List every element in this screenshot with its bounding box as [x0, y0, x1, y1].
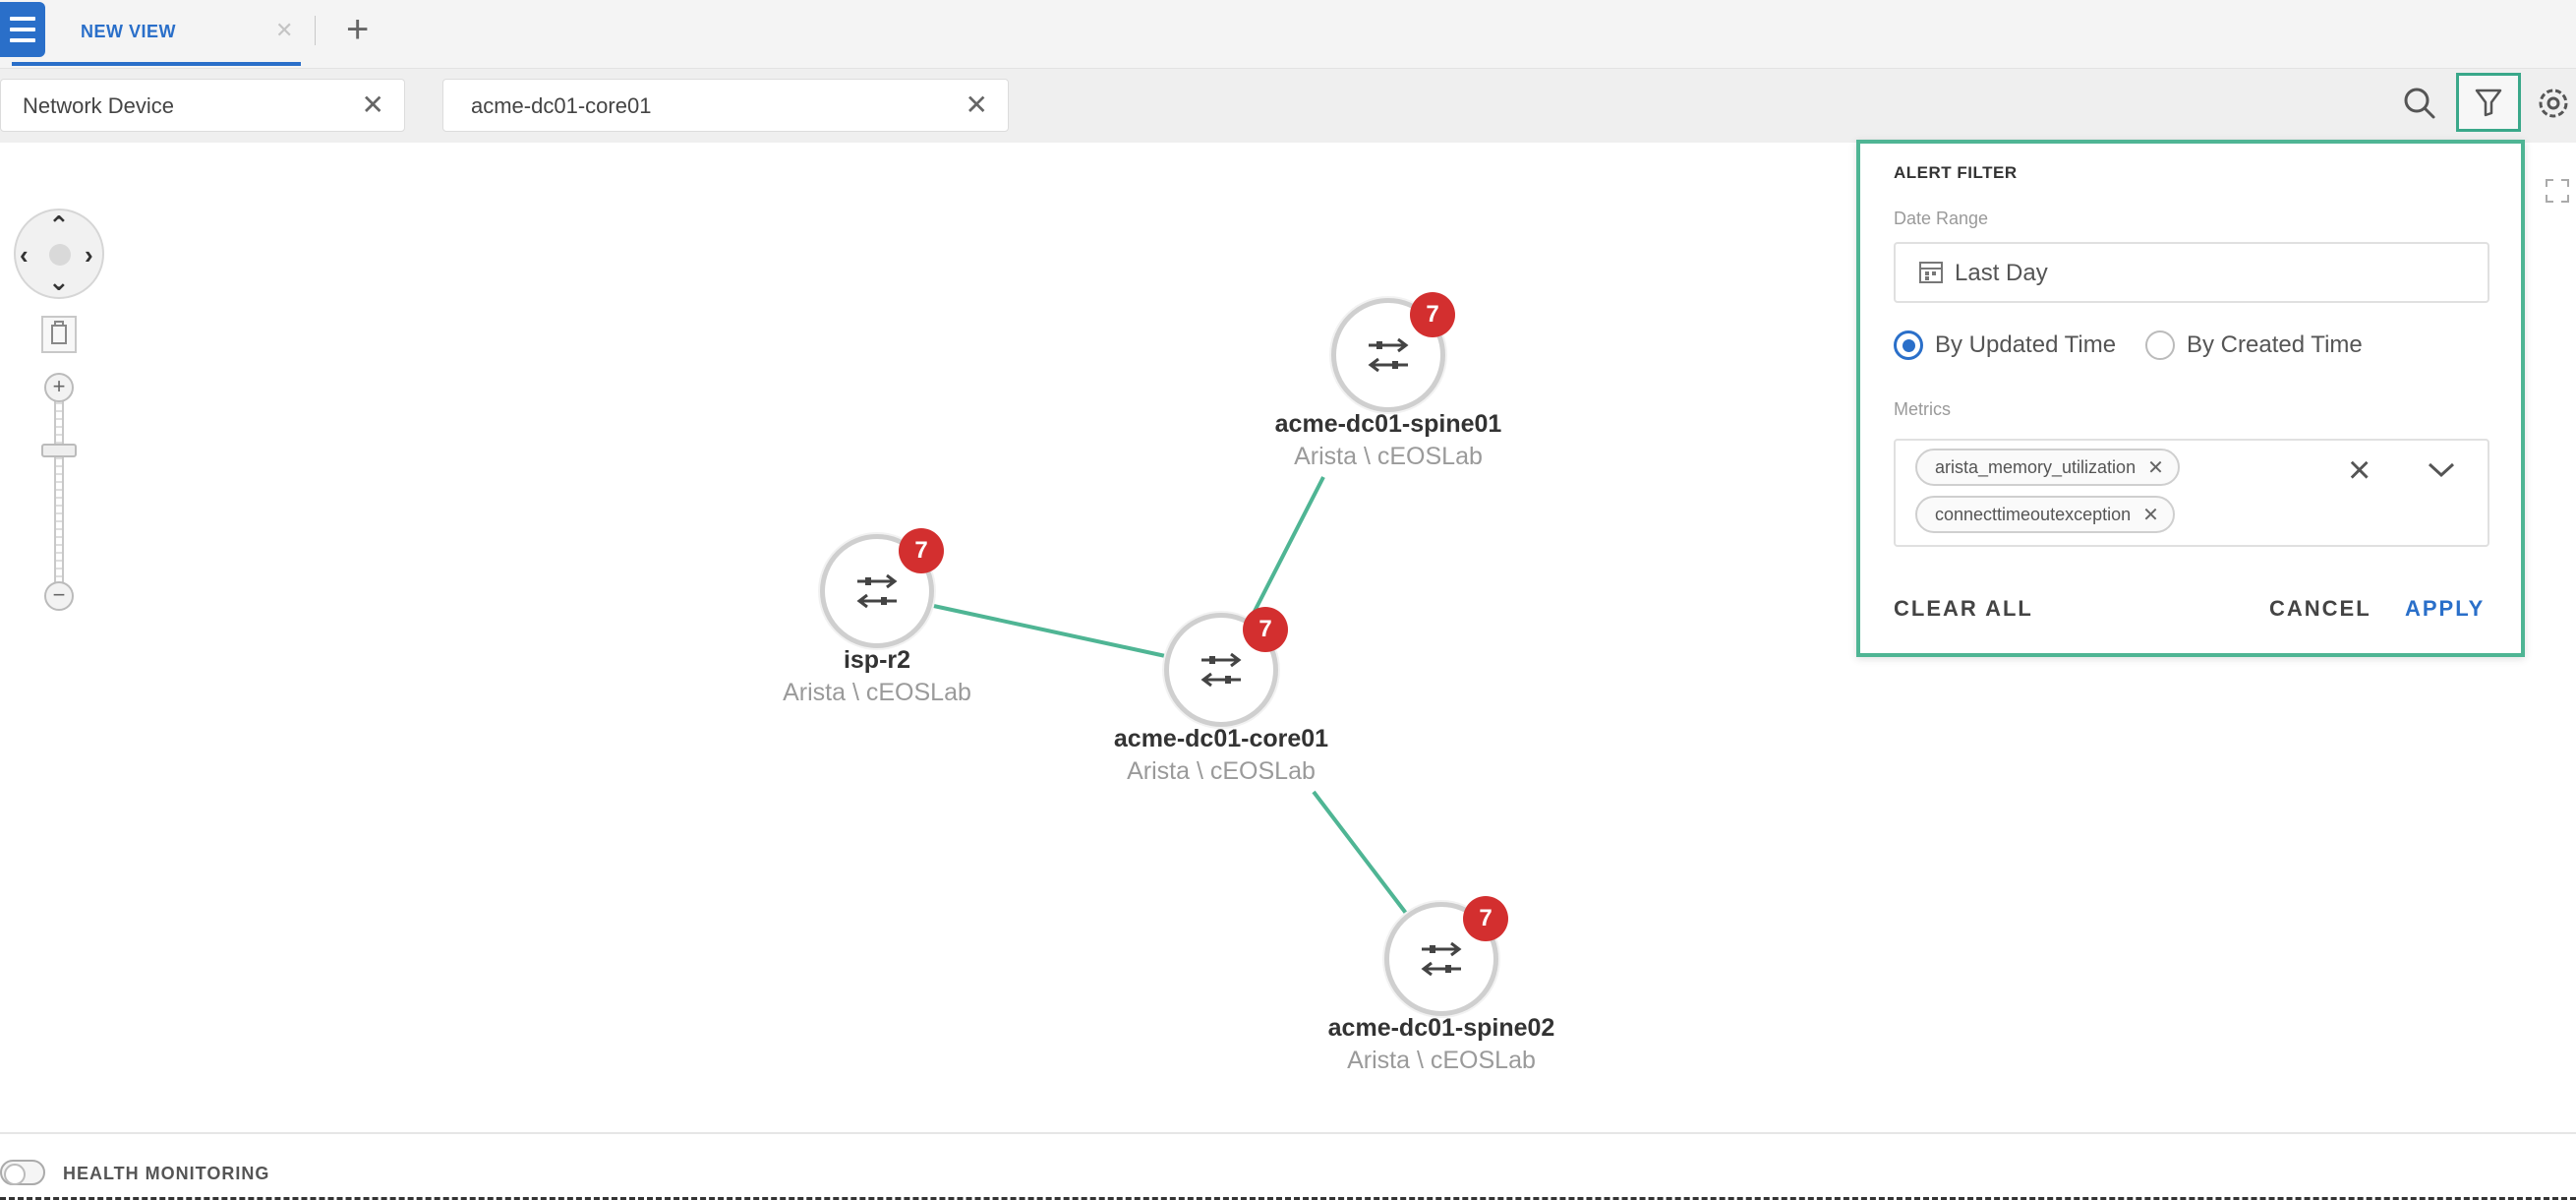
alert-count-badge: 7 [899, 528, 944, 573]
search-icon[interactable] [2399, 83, 2440, 124]
close-icon[interactable]: ✕ [362, 90, 384, 121]
radio-updated-time[interactable]: By Updated Time [1894, 330, 2116, 360]
pan-right-icon[interactable]: › [85, 242, 93, 268]
node-name: acme-dc01-spine01 [1274, 410, 1502, 438]
metric-chip-label: connecttimeoutexception [1935, 504, 2132, 524]
clear-metrics-icon[interactable]: × [2348, 450, 2371, 490]
edge-core-spine02 [1312, 790, 1410, 918]
date-range-value: Last Day [1955, 260, 2048, 286]
apply-button[interactable]: APPLY [2405, 596, 2485, 622]
edge-core-spine01 [1245, 476, 1325, 628]
menu-icon[interactable] [0, 2, 45, 57]
tab-close-icon[interactable]: ✕ [275, 18, 293, 43]
node-vendor: Arista \ cEOSLab [1347, 1047, 1536, 1074]
node-core01[interactable]: 7 [1164, 607, 1288, 727]
zoom-out-button[interactable]: − [44, 581, 74, 611]
pan-center[interactable] [49, 244, 71, 266]
device-name-filter-text: acme-dc01-core01 [471, 93, 652, 118]
node-spine01[interactable]: 7 [1331, 292, 1455, 412]
plus-icon[interactable]: + [346, 8, 369, 51]
device-name-filter[interactable]: acme-dc01-core01 ✕ [442, 79, 1009, 132]
close-icon[interactable]: ✕ [2147, 455, 2164, 480]
alert-count-badge: 7 [1410, 292, 1455, 337]
tab-new-view[interactable]: NEW VIEW ✕ [61, 0, 303, 69]
zoom-slider-track[interactable] [54, 381, 64, 603]
alert-filter-panel: ALERT FILTER Date Range Last Day By Upda… [1856, 140, 2525, 657]
close-icon[interactable]: ✕ [966, 90, 988, 121]
fit-view-button[interactable] [41, 316, 77, 353]
settings-icon[interactable] [2533, 83, 2574, 124]
node-isp-r2[interactable]: 7 [820, 528, 944, 648]
node-vendor: Arista \ cEOSLab [1294, 443, 1483, 470]
zoom-slider-handle[interactable] [41, 444, 77, 457]
radio-created-label: By Created Time [2187, 331, 2363, 358]
alert-count-badge: 7 [1463, 896, 1508, 941]
node-spine02[interactable]: 7 [1384, 896, 1508, 1016]
metrics-select[interactable]: arista_memory_utilization ✕ connecttimeo… [1894, 439, 2489, 547]
device-type-filter[interactable]: Network Device ✕ [0, 79, 405, 132]
bottom-bar: HEALTH MONITORING [0, 1132, 2576, 1200]
pan-up-icon[interactable]: ⌃ [48, 212, 70, 238]
health-monitoring-label: HEALTH MONITORING [63, 1164, 270, 1183]
pan-control[interactable]: ⌃ ⌃ ‹ › [14, 209, 104, 299]
expand-icon[interactable] [2545, 178, 2570, 204]
active-tab-indicator [12, 62, 301, 66]
calendar-icon [1917, 258, 1947, 287]
tab-label: NEW VIEW [81, 22, 176, 41]
clear-all-button[interactable]: CLEAR ALL [1894, 596, 2033, 622]
metric-chip: connecttimeoutexception ✕ [1915, 496, 2175, 533]
metric-chip-label: arista_memory_utilization [1935, 456, 2137, 477]
pan-left-icon[interactable]: ‹ [20, 242, 29, 268]
zoom-in-button[interactable]: + [44, 373, 74, 402]
node-vendor: Arista \ cEOSLab [1127, 757, 1316, 785]
chevron-down-icon[interactable] [2427, 458, 2456, 482]
node-name: acme-dc01-spine02 [1327, 1014, 1555, 1042]
close-icon[interactable]: ✕ [2142, 503, 2159, 527]
device-type-filter-text: Network Device [23, 93, 175, 118]
tab-bar: NEW VIEW ✕ + [0, 0, 2576, 69]
tab-divider [315, 16, 316, 45]
node-vendor: Arista \ cEOSLab [783, 679, 971, 706]
node-name: isp-r2 [843, 646, 911, 674]
filter-icon[interactable] [2456, 73, 2521, 132]
pan-down-icon[interactable]: ⌃ [48, 266, 70, 295]
filter-bar: Network Device ✕ acme-dc01-core01 ✕ [0, 69, 2576, 143]
date-range-label: Date Range [1894, 209, 1989, 228]
node-name: acme-dc01-core01 [1113, 725, 1329, 752]
metric-chip: arista_memory_utilization ✕ [1915, 449, 2180, 486]
alert-count-badge: 7 [1243, 607, 1288, 652]
date-range-select[interactable]: Last Day [1894, 242, 2489, 303]
alert-filter-title: ALERT FILTER [1894, 163, 2018, 182]
health-monitoring-toggle[interactable] [0, 1160, 45, 1185]
metrics-label: Metrics [1894, 399, 1951, 419]
radio-button-selected[interactable] [1894, 330, 1923, 360]
cancel-button[interactable]: CANCEL [2269, 596, 2371, 622]
radio-updated-label: By Updated Time [1935, 331, 2117, 358]
radio-button[interactable] [2145, 330, 2175, 360]
radio-created-time[interactable]: By Created Time [2145, 330, 2363, 360]
